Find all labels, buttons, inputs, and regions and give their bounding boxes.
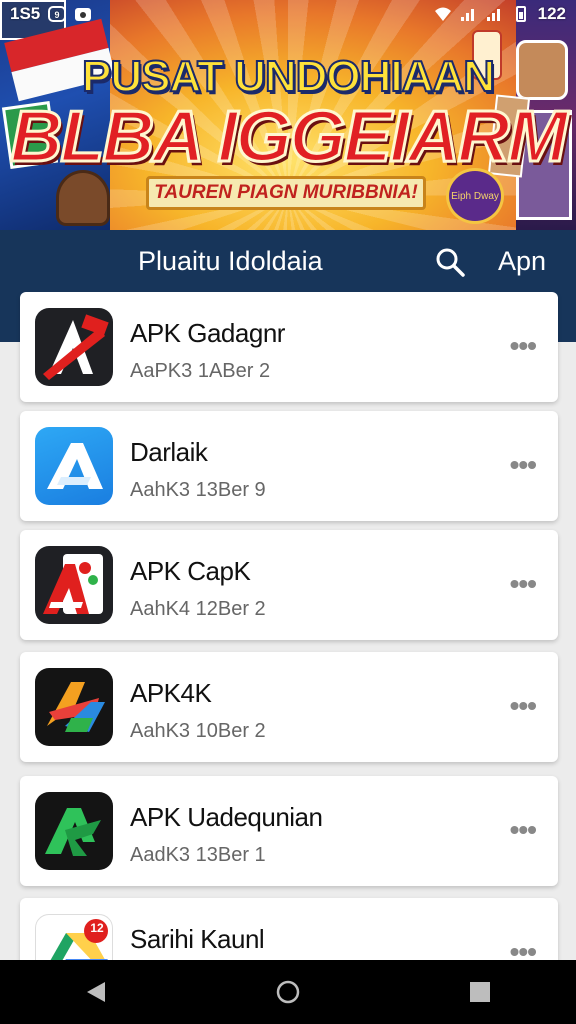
recents-button[interactable] (460, 972, 500, 1012)
back-icon (87, 982, 105, 1002)
status-text: 1S5 (10, 4, 41, 23)
promo-banner[interactable]: Eiph Dway PUSAT UNDOHIAAN BLBA IGGEIARM … (0, 0, 576, 230)
notification-badge: 12 (90, 921, 104, 935)
green-a-icon (35, 792, 113, 870)
app-bar-title: Pluaitu Idoldaia (138, 246, 323, 276)
blue-a-icon (35, 427, 113, 505)
signal-2-icon (486, 9, 500, 21)
more-options-icon[interactable]: ••• (510, 330, 537, 362)
app-name: APK4K (130, 678, 212, 708)
app-version: AadK3 13Ber 1 (130, 844, 266, 866)
app-name: APK Uadequnian (130, 802, 323, 832)
app-version: AahK3 13Ber 9 (130, 479, 266, 501)
list-item[interactable]: Darlaik AahK3 13Ber 9 ••• (20, 411, 558, 521)
app-name: Darlaik (130, 437, 208, 467)
more-options-icon[interactable]: ••• (510, 568, 537, 600)
mascot-graphic (56, 170, 110, 226)
app-version: AahK4 12Ber 2 (130, 598, 266, 620)
search-icon[interactable] (434, 246, 466, 278)
recents-icon (470, 982, 490, 1002)
app-version: AahK3 10Ber 2 (130, 720, 266, 742)
list-item[interactable]: APK Uadequnian AadK3 13Ber 1 ••• (20, 776, 558, 886)
back-button[interactable] (76, 972, 116, 1012)
status-bar: 1S5 9 122 (0, 0, 576, 28)
banner-title: PUSAT UNDOHIAAN (81, 51, 496, 102)
list-item[interactable]: APK Gadagnr AaPK3 1ABer 2 ••• (20, 292, 558, 402)
home-icon (276, 980, 300, 1004)
app-name: Sarihi Kaunl (130, 924, 265, 954)
system-nav-bar (0, 960, 576, 1024)
apps-menu-button[interactable]: Apn (498, 246, 546, 277)
svg-text:9: 9 (55, 10, 60, 20)
wifi-icon (434, 7, 451, 21)
notification-icon: 9 (48, 6, 67, 22)
app-name: APK CapK (130, 556, 251, 586)
camera-icon (75, 8, 92, 21)
apk-red-a-icon (35, 308, 113, 386)
banner-ribbon: TAUREN PIAGN MURIBBNIA! (146, 176, 426, 210)
more-options-icon[interactable]: ••• (510, 814, 537, 846)
home-button[interactable] (268, 972, 308, 1012)
signal-icon (460, 9, 474, 21)
battery-icon (515, 6, 526, 22)
app-version: AaPK3 1ABer 2 (130, 360, 271, 382)
status-time: 122 (537, 4, 566, 23)
list-item[interactable]: APK CapK AahK4 12Ber 2 ••• (20, 530, 558, 640)
gradient-a-icon (35, 668, 113, 746)
list-item[interactable]: APK4K AahK3 10Ber 2 ••• (20, 652, 558, 762)
banner-headline: BLBA IGGEIARM (9, 96, 569, 179)
app-name: APK Gadagnr (130, 318, 285, 348)
more-options-icon[interactable]: ••• (510, 449, 537, 481)
colorful-a-icon (35, 546, 113, 624)
more-options-icon[interactable]: ••• (510, 690, 537, 722)
